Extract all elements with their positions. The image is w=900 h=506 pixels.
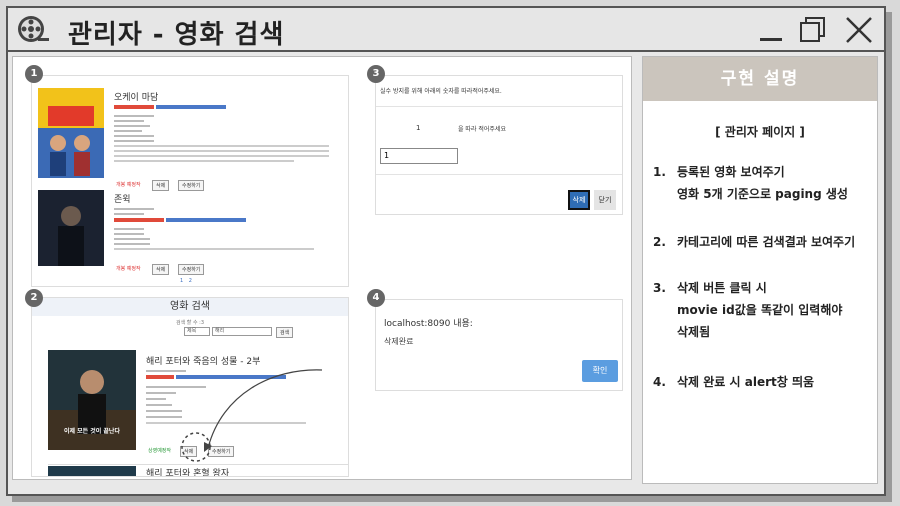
release-status: 개봉 예정작 [116,266,141,272]
description-item: 2. 카테고리에 따른 검색결과 보여주기 [653,235,856,249]
genre-tag [166,218,246,222]
close-icon[interactable] [844,16,874,44]
edit-button[interactable]: 수정하기 [178,264,205,275]
delete-button[interactable]: 삭제 [152,264,170,275]
movie-title: 해리 포터와 혼혈 왕자 [146,469,230,477]
annotation-arrow [181,369,323,462]
screenshot-area: 오케이 마담 개봉 예정작 삭제 수정하기 존윅 개봉 예정작 삭제 수정하기 … [12,56,632,480]
search-header: 영화 검색 [32,298,348,316]
movie-title: 오케이 마담 [114,93,159,103]
poster-john-wick [38,190,104,266]
poster-half-blood-prince [48,466,136,476]
maximize-icon[interactable] [798,16,828,44]
delete-button[interactable]: 삭제 [152,180,170,191]
alert-host: localhost:8090 내용: [384,319,473,329]
confirm-code: 1 [416,124,421,132]
page-link[interactable]: 1 [180,278,183,284]
confirm-close-button[interactable]: 닫기 [594,190,616,210]
search-input[interactable]: 해리 [212,327,272,336]
genre-tag [156,105,226,109]
description-item: 3. 삭제 버튼 클릭 시 movie id값을 똑같이 입력해야 삭제됨 [653,281,843,339]
alert-ok-button[interactable]: 확인 [582,360,618,382]
genre-tag [114,105,154,109]
poster-caption: 이제 모든 것이 끝난다 [64,428,120,435]
step-badge: 4 [367,289,385,307]
genre-tag [114,218,164,222]
description-header: 구현 설명 [643,57,877,101]
title-bar: 관리자 - 영화 검색 [8,8,884,52]
confirm-input[interactable]: 1 [380,148,458,164]
description-item: 4. 삭제 완료 시 alert창 띄움 [653,375,815,389]
alert-message: 삭제완료 [384,337,414,346]
delete-confirm-dialog: 실수 방지를 위해 아래의 숫자를 따라적어주세요. 1 을 따라 적어주세요 … [375,75,623,215]
release-status: 개봉 예정작 [116,182,141,188]
search-caption: 검색 할 수 :3 [175,320,205,326]
movie-title: 존윅 [114,195,131,205]
confirm-delete-button[interactable]: 삭제 [568,190,590,210]
confirm-hint: 을 따라 적어주세요 [458,126,506,133]
step-badge: 1 [25,65,43,83]
description-item: 1. 등록된 영화 보여주기 영화 5개 기준으로 paging 생성 [653,165,848,201]
movie-list-panel: 오케이 마담 개봉 예정작 삭제 수정하기 존윅 개봉 예정작 삭제 수정하기 … [31,75,349,287]
minimize-icon[interactable] [756,16,786,44]
page-title: 관리자 - 영화 검색 [68,20,285,50]
step-badge: 3 [367,65,385,83]
confirm-instruction: 실수 방지를 위해 아래의 숫자를 따라적어주세요. [380,88,502,95]
step-badge: 2 [25,289,43,307]
description-subtitle: [ 관리자 페이지 ] [715,125,805,139]
category-select[interactable]: 제목 [184,327,210,336]
poster-okay-madam [38,88,104,178]
alert-dialog: localhost:8090 내용: 삭제완료 확인 [375,299,623,391]
edit-button[interactable]: 수정하기 [178,180,205,191]
film-reel-icon [18,16,49,42]
page-link[interactable]: 2 [189,278,192,284]
movie-search-panel: 영화 검색 검색 할 수 :3 제목 해리 검색 이제 모든 것이 끝난다 해리… [31,297,349,477]
search-button[interactable]: 검색 [276,327,294,338]
poster-harry-potter [48,350,136,450]
description-panel: 구현 설명 [ 관리자 페이지 ] 1. 등록된 영화 보여주기 영화 5개 기준… [642,56,878,484]
